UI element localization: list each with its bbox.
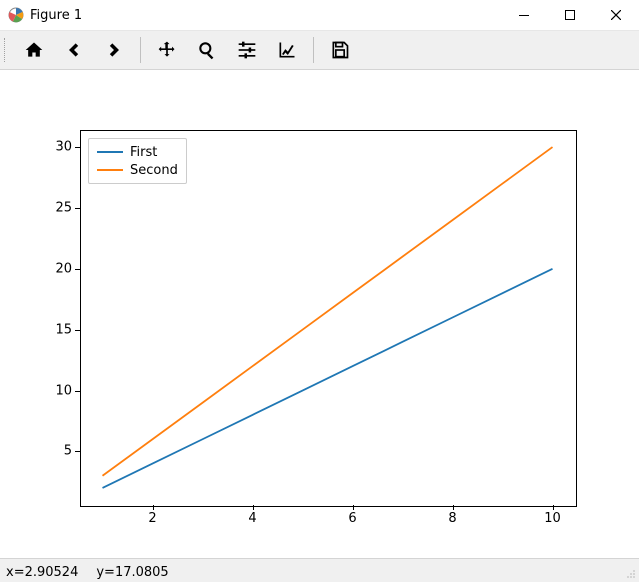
zoom-button[interactable] [190,34,224,66]
y-tick-label: 10 [32,383,72,398]
forward-button[interactable] [97,34,131,66]
status-y-coord: y=17.0805 [96,565,168,580]
y-tick-label: 15 [32,322,72,337]
legend-label: Second [130,163,178,178]
legend-label: First [130,145,157,160]
x-tick-label: 6 [348,511,356,526]
figure-canvas[interactable]: 5 10 15 20 25 30 2 4 6 8 10 First Second [0,70,639,558]
configure-subplots-button[interactable] [230,34,264,66]
matplotlib-icon [8,7,24,23]
save-icon [330,40,350,60]
line-first [103,269,553,488]
legend-swatch [97,169,123,171]
home-icon [24,40,44,60]
x-tick-label: 10 [544,511,561,526]
window-controls [501,0,639,30]
figure-toolbar [0,30,639,70]
window-maximize-button[interactable] [547,0,593,30]
x-tick-label: 2 [148,511,156,526]
window-close-button[interactable] [593,0,639,30]
status-x-coord: x=2.90524 [6,565,78,580]
resize-grip-icon[interactable] [626,569,636,579]
line-second [103,147,553,476]
legend-item-second: Second [97,161,178,179]
y-tick-label: 5 [32,444,72,459]
window-title: Figure 1 [30,8,82,23]
arrow-right-icon [104,40,124,60]
y-tick-label: 20 [32,261,72,276]
status-bar: x=2.90524 y=17.0805 [0,558,639,582]
save-button[interactable] [323,34,357,66]
edit-axes-button[interactable] [270,34,304,66]
arrow-left-icon [64,40,84,60]
toolbar-separator [140,37,141,63]
home-button[interactable] [17,34,51,66]
toolbar-handle [4,38,8,62]
window-titlebar: Figure 1 [0,0,639,30]
legend-item-first: First [97,143,178,161]
plot-lines [80,130,575,505]
x-tick-label: 4 [248,511,256,526]
move-icon [157,40,177,60]
chart-line-icon [277,40,297,60]
y-tick-label: 25 [32,200,72,215]
legend-swatch [97,151,123,153]
back-button[interactable] [57,34,91,66]
legend: First Second [88,138,187,184]
y-tick-label: 30 [32,140,72,155]
x-tick-label: 8 [448,511,456,526]
toolbar-separator [313,37,314,63]
sliders-icon [237,40,257,60]
magnifier-icon [197,40,217,60]
window-minimize-button[interactable] [501,0,547,30]
pan-button[interactable] [150,34,184,66]
